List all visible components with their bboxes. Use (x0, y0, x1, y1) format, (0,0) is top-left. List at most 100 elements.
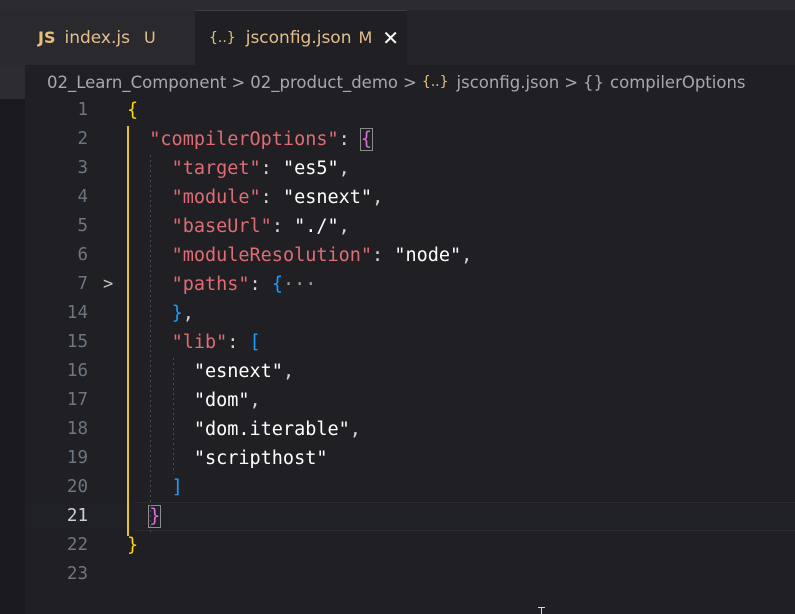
token-punc: , (338, 158, 350, 179)
chevron-right-icon: > (403, 72, 417, 92)
token-key: "compilerOptions" (149, 129, 339, 150)
code-line[interactable]: 16 "esnext", (25, 357, 795, 386)
code-text: "dom", (127, 386, 261, 415)
line-number: 18 (66, 419, 88, 439)
code-line[interactable]: 4 "module": "esnext", (25, 183, 795, 212)
line-number: 3 (77, 158, 88, 178)
code-text: "dom.iterable", (127, 415, 361, 444)
token-punc: : (372, 245, 395, 266)
breadcrumb: 02_Learn_Component > 02_product_demo > {… (0, 65, 795, 99)
token-punc: , (349, 419, 361, 440)
line-number: 20 (66, 477, 88, 497)
code-text: "esnext", (127, 357, 294, 386)
line-number: 22 (66, 535, 88, 555)
token-str: "dom" (193, 390, 250, 411)
token-punc: : (249, 274, 272, 295)
breadcrumb-item-subfolder[interactable]: 02_product_demo (250, 73, 398, 92)
code-line[interactable]: 3 "target": "es5", (25, 154, 795, 183)
json-file-icon: {..} (421, 74, 449, 90)
code-line[interactable]: 17 "dom", (25, 386, 795, 415)
token-brace3: { (271, 274, 283, 295)
token-punc: , (461, 245, 473, 266)
line-number: 5 (77, 216, 88, 236)
token-punc: , (182, 303, 194, 324)
active-indent-guide (127, 126, 129, 536)
code-line[interactable]: 20 ] (25, 473, 795, 502)
code-editor[interactable]: 23 22} 21 } 20 ] 19 "scripthost" 18 "dom.iter… (25, 97, 795, 614)
code-line[interactable]: 21 } (25, 502, 795, 531)
code-line[interactable]: 18 "dom.iterable", (25, 415, 795, 444)
code-line[interactable]: 22} (25, 531, 795, 560)
tab-label: index.js (64, 27, 130, 48)
token-str: "node" (394, 245, 462, 266)
token-punc: , (372, 187, 384, 208)
token-punc: : (260, 187, 283, 208)
title-bar (0, 0, 795, 10)
tab-label: jsconfig.json (245, 27, 352, 48)
code-text: "paths": {··· (127, 270, 317, 299)
breadcrumb-item-symbol[interactable]: compilerOptions (610, 73, 745, 92)
line-number: 7 (77, 274, 88, 294)
token-ellipsis: ··· (282, 274, 317, 295)
tab-index-js[interactable]: JS index.js U (0, 10, 195, 65)
breadcrumb-item-folder[interactable]: 02_Learn_Component (47, 73, 226, 92)
code-text: "module": "esnext", (127, 183, 384, 212)
editor-tab-bar: JS index.js U {..} jsconfig.json M ✕ (0, 10, 795, 65)
token-punc: , (338, 216, 350, 237)
token-key: "baseUrl" (171, 216, 272, 237)
token-punc: , (282, 361, 295, 382)
token-key: "moduleResolution" (171, 245, 373, 266)
token-key: "paths" (171, 274, 250, 295)
code-line[interactable]: 6 "moduleResolution": "node", (25, 241, 795, 270)
code-line[interactable]: 23 (25, 560, 795, 589)
code-text: { (127, 96, 138, 125)
tab-jsconfig-json[interactable]: {..} jsconfig.json M ✕ (195, 10, 407, 65)
token-key: "lib" (171, 332, 228, 353)
line-number: 15 (66, 332, 88, 352)
code-text: ] (127, 473, 183, 502)
code-line[interactable]: 14 }, (25, 299, 795, 328)
json-file-icon: {..} (209, 29, 236, 46)
token-punc: , (249, 390, 261, 411)
code-text: }, (127, 299, 194, 328)
untracked-badge: U (143, 28, 156, 47)
object-symbol-icon: {} (583, 72, 605, 92)
token-punc: : (271, 216, 295, 237)
token-str: "esnext" (193, 361, 283, 382)
token-str: "dom.iterable" (193, 419, 350, 440)
mouse-cursor-icon (538, 607, 547, 614)
token-key: "module" (171, 187, 261, 208)
code-line[interactable]: 7 > "paths": {··· (25, 270, 795, 299)
line-number: 21 (66, 506, 88, 526)
line-number: 1 (77, 100, 88, 120)
activity-bar (0, 65, 25, 614)
breadcrumb-item-file[interactable]: jsconfig.json (457, 73, 560, 92)
code-text: "compilerOptions": { (127, 125, 374, 154)
token-brace3: ] (171, 477, 183, 498)
code-line[interactable]: 15 "lib": [ (25, 328, 795, 357)
code-text: } (127, 502, 162, 531)
code-line[interactable]: 1{ (25, 96, 795, 125)
token-punc: : (260, 158, 283, 179)
token-punc: : (227, 332, 250, 353)
token-str: "esnext" (282, 187, 373, 208)
close-icon[interactable]: ✕ (382, 28, 399, 48)
code-text: "moduleResolution": "node", (127, 241, 473, 270)
line-number: 14 (66, 303, 88, 323)
token-brace: } (127, 535, 139, 556)
line-number: 2 (77, 129, 88, 149)
code-line[interactable]: 19 "scripthost" (25, 444, 795, 473)
line-number: 4 (77, 187, 88, 207)
line-number: 17 (66, 390, 88, 410)
fold-chevron-icon[interactable]: > (103, 270, 113, 299)
indent-guide (173, 358, 174, 474)
code-line[interactable]: 5 "baseUrl": "./", (25, 212, 795, 241)
token-str: "scripthost" (193, 448, 328, 469)
code-line[interactable]: 2 "compilerOptions": { (25, 125, 795, 154)
token-brace3: } (171, 303, 183, 324)
line-number: 16 (66, 361, 88, 381)
